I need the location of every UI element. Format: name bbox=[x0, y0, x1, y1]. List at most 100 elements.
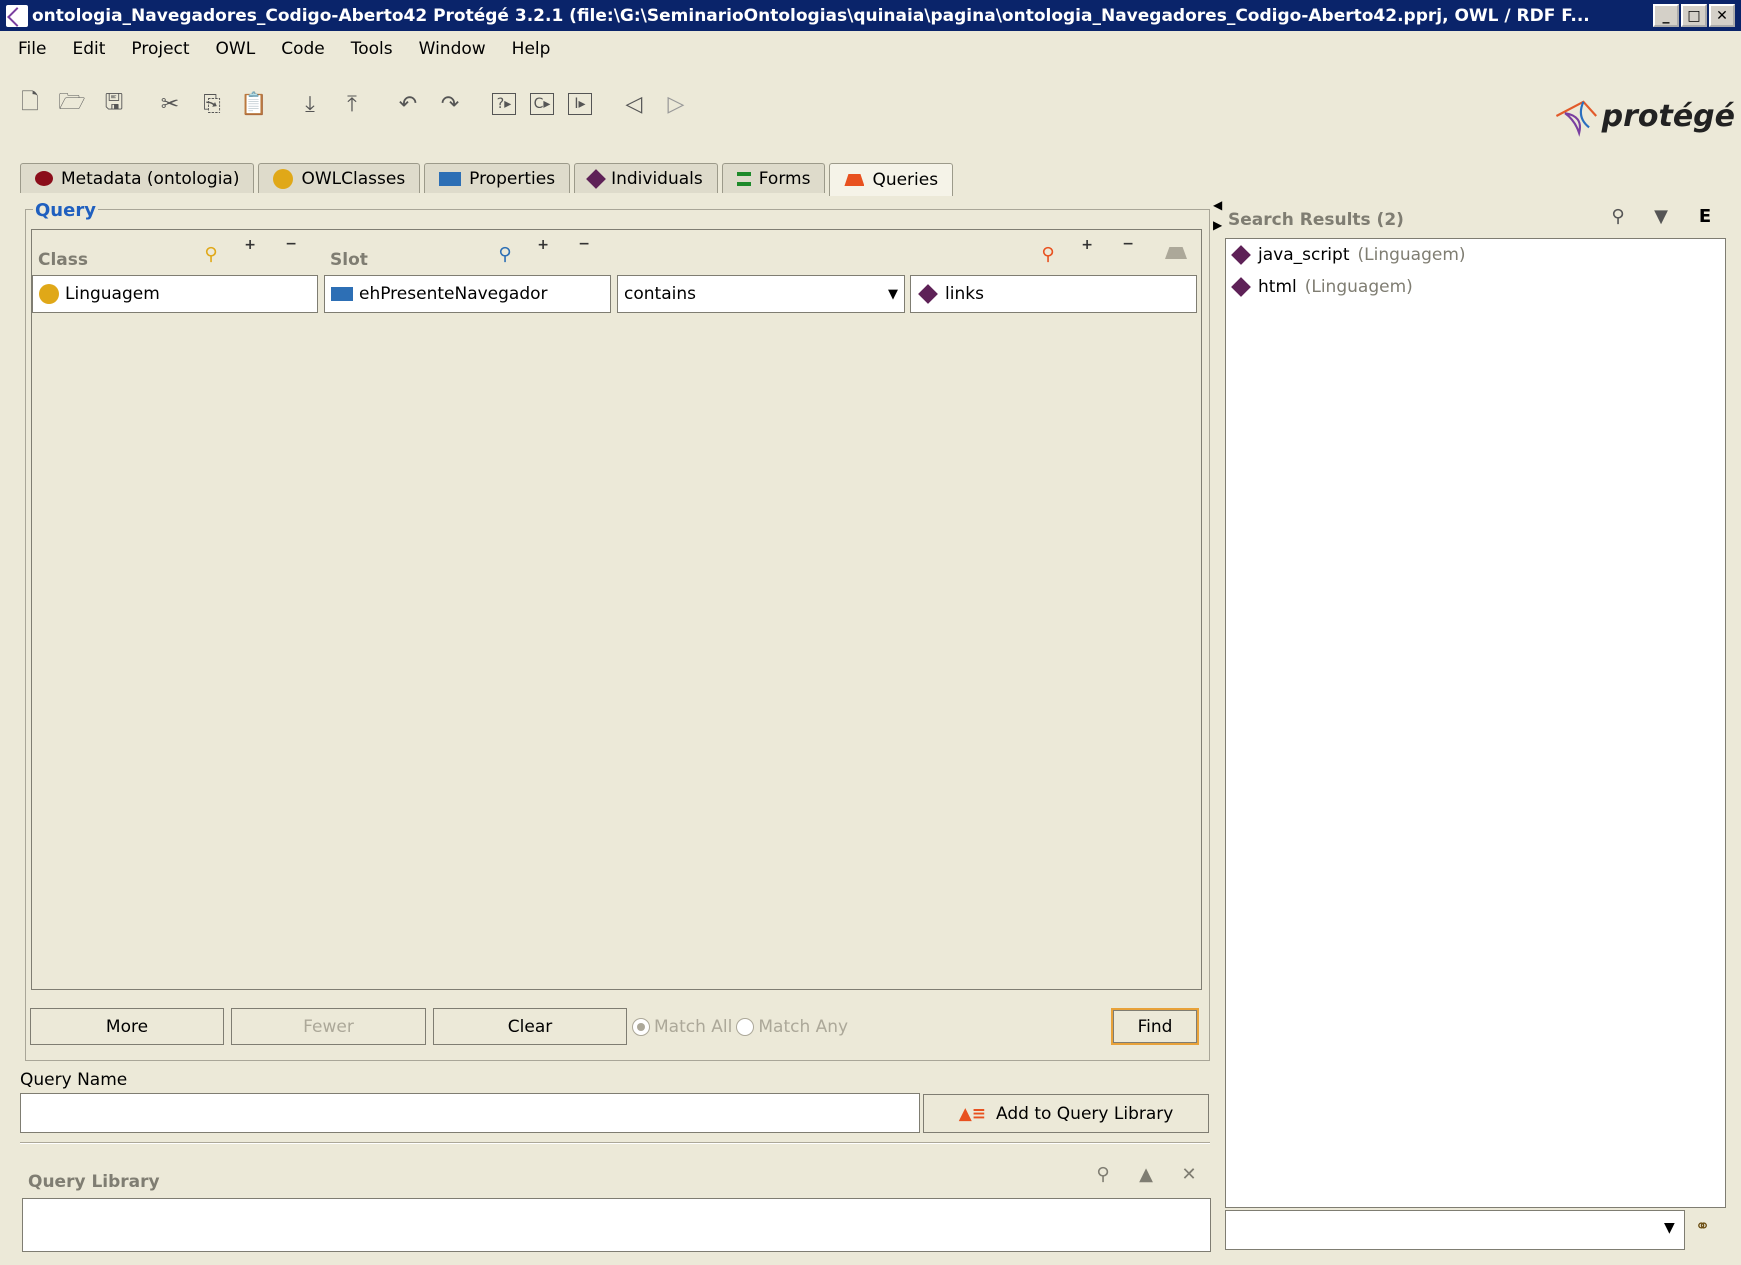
back-icon[interactable]: ◁ bbox=[620, 90, 648, 118]
menu-owl[interactable]: OWL bbox=[216, 39, 256, 59]
result-type: (Linguagem) bbox=[1357, 245, 1466, 265]
query-window-icon[interactable]: ?▸ bbox=[492, 93, 516, 115]
add-query-library-icon[interactable]: ▲ bbox=[1135, 1163, 1157, 1185]
select-value-icon[interactable]: ⚲ bbox=[1037, 243, 1059, 265]
filter-results-icon[interactable]: ▼ bbox=[1650, 205, 1672, 227]
add-to-query-library-button[interactable]: ▲≡ Add to Query Library bbox=[923, 1094, 1209, 1133]
individuals-icon bbox=[586, 168, 606, 189]
tab-label: OWLClasses bbox=[301, 168, 406, 189]
binoculars-icon[interactable]: ⚭ bbox=[1695, 1216, 1710, 1237]
menu-help[interactable]: Help bbox=[512, 39, 551, 59]
minimize-button[interactable]: _ bbox=[1653, 4, 1679, 27]
protege-logo: protégé bbox=[1555, 86, 1735, 146]
select-slot-icon[interactable]: ⚲ bbox=[494, 243, 516, 265]
export-icon[interactable]: ⤒ bbox=[338, 90, 366, 118]
menu-window[interactable]: Window bbox=[419, 39, 486, 59]
value-text: links bbox=[945, 284, 984, 304]
query-library-list[interactable] bbox=[22, 1198, 1211, 1252]
owl-classes-icon bbox=[273, 168, 294, 189]
tab-metadata[interactable]: Metadata (ontologia) bbox=[20, 163, 255, 193]
tab-label: Properties bbox=[469, 168, 556, 189]
menu-tools[interactable]: Tools bbox=[351, 39, 393, 59]
menu-project[interactable]: Project bbox=[131, 39, 189, 59]
metadata-icon bbox=[35, 171, 53, 186]
individual-icon bbox=[1231, 277, 1251, 297]
delete-query-icon[interactable]: ✕ bbox=[1178, 1163, 1200, 1185]
copy-icon[interactable]: ⎘ bbox=[198, 90, 226, 118]
properties-icon bbox=[439, 171, 462, 186]
collapse-right-icon[interactable]: ▶ bbox=[1213, 218, 1222, 232]
list-item[interactable]: html (Linguagem) bbox=[1226, 271, 1725, 303]
tab-label: Queries bbox=[872, 170, 939, 190]
match-any-radio[interactable] bbox=[736, 1018, 755, 1036]
cut-icon[interactable]: ✂ bbox=[156, 90, 184, 118]
export-results-icon[interactable]: E bbox=[1694, 205, 1716, 227]
chevron-down-icon[interactable]: ▼ bbox=[1664, 1220, 1675, 1236]
undo-icon[interactable]: ↶ bbox=[394, 90, 422, 118]
forms-icon bbox=[736, 171, 751, 186]
result-name: java_script bbox=[1258, 245, 1350, 265]
tab-forms[interactable]: Forms bbox=[721, 163, 826, 193]
close-button[interactable]: ✕ bbox=[1709, 4, 1735, 27]
individual-icon bbox=[1231, 245, 1251, 265]
save-icon[interactable]: 🖫 bbox=[100, 90, 128, 118]
find-button[interactable]: Find bbox=[1111, 1008, 1199, 1045]
import-icon[interactable]: ⤓ bbox=[296, 90, 324, 118]
query-name-input[interactable] bbox=[20, 1093, 920, 1133]
results-search-input[interactable] bbox=[1225, 1210, 1685, 1250]
tab-individuals[interactable]: Individuals bbox=[574, 163, 718, 193]
toolbar: 🗋 🗁 🖫 ✂ ⎘ 📋 ⤓ ⤒ ↶ ↷ ?▸ C▸ I▸ ◁ ▷ bbox=[16, 84, 704, 124]
menu-code[interactable]: Code bbox=[281, 39, 325, 59]
match-all-label: Match All bbox=[654, 1017, 733, 1037]
collapse-left-icon[interactable]: ◀ bbox=[1213, 198, 1222, 212]
queries-icon bbox=[844, 174, 865, 186]
result-type: (Linguagem) bbox=[1304, 277, 1413, 297]
protege-logo-icon bbox=[1555, 100, 1597, 137]
slot-field[interactable]: ehPresenteNavegador bbox=[324, 275, 611, 313]
class-value: Linguagem bbox=[65, 284, 160, 304]
operator-select[interactable]: contains ▼ bbox=[617, 275, 905, 313]
tab-owl-classes[interactable]: OWLClasses bbox=[258, 163, 421, 193]
clear-button[interactable]: Clear bbox=[433, 1008, 627, 1045]
select-class-icon[interactable]: ⚲ bbox=[200, 243, 222, 265]
individual-icon bbox=[918, 284, 938, 304]
class-field[interactable]: Linguagem bbox=[32, 275, 318, 313]
list-item[interactable]: java_script (Linguagem) bbox=[1226, 239, 1725, 271]
search-results-list: java_script (Linguagem) html (Linguagem) bbox=[1225, 238, 1726, 1208]
menu-edit[interactable]: Edit bbox=[72, 39, 105, 59]
query-name-label: Query Name bbox=[20, 1070, 128, 1090]
view-result-icon[interactable]: ⚲ bbox=[1607, 205, 1629, 227]
redo-icon[interactable]: ↷ bbox=[436, 90, 464, 118]
result-name: html bbox=[1258, 277, 1297, 297]
fewer-button[interactable]: Fewer bbox=[231, 1008, 426, 1045]
slot-icon bbox=[331, 287, 353, 301]
search-results-header: Search Results (2) bbox=[1228, 210, 1404, 230]
tab-properties[interactable]: Properties bbox=[424, 163, 571, 193]
menu-bar: File Edit Project OWL Code Tools Window … bbox=[0, 32, 1741, 66]
paste-icon[interactable]: 📋 bbox=[240, 90, 268, 118]
add-to-query-library-label: Add to Query Library bbox=[996, 1103, 1174, 1124]
match-all-radio[interactable] bbox=[632, 1018, 650, 1036]
window-title: ontologia_Navegadores_Codigo-Aberto42 Pr… bbox=[32, 5, 1590, 26]
slot-value: ehPresenteNavegador bbox=[359, 284, 548, 304]
instance-window-icon[interactable]: I▸ bbox=[568, 93, 592, 115]
match-options: Match All Match Any bbox=[632, 1017, 848, 1037]
maximize-button[interactable]: □ bbox=[1681, 4, 1707, 27]
value-field[interactable]: links bbox=[910, 275, 1197, 313]
menu-file[interactable]: File bbox=[18, 39, 46, 59]
tab-label: Metadata (ontologia) bbox=[61, 168, 240, 189]
forward-icon[interactable]: ▷ bbox=[662, 90, 690, 118]
open-folder-icon[interactable]: 🗁 bbox=[58, 90, 86, 118]
more-button[interactable]: More bbox=[30, 1008, 224, 1045]
add-query-icon: ▲≡ bbox=[958, 1103, 987, 1124]
title-bar: ontologia_Navegadores_Codigo-Aberto42 Pr… bbox=[0, 0, 1741, 31]
query-criteria-area bbox=[31, 229, 1202, 990]
retrieve-query-icon[interactable]: ⚲ bbox=[1092, 1163, 1114, 1185]
match-any-label: Match Any bbox=[758, 1017, 849, 1037]
tab-label: Forms bbox=[758, 168, 811, 189]
slot-column-label: Slot bbox=[330, 250, 368, 270]
chevron-down-icon: ▼ bbox=[888, 286, 898, 302]
class-window-icon[interactable]: C▸ bbox=[530, 93, 554, 115]
tab-queries[interactable]: Queries bbox=[829, 163, 954, 196]
new-file-icon[interactable]: 🗋 bbox=[16, 90, 44, 118]
